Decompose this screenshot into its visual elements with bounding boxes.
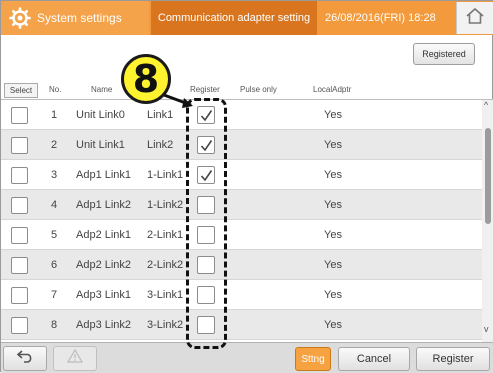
callout-highlight-box bbox=[186, 98, 227, 349]
callout-number: 8 bbox=[121, 54, 171, 104]
callout-arrow-icon bbox=[163, 93, 193, 108]
screen: System settings Communication adapter se… bbox=[0, 0, 493, 373]
